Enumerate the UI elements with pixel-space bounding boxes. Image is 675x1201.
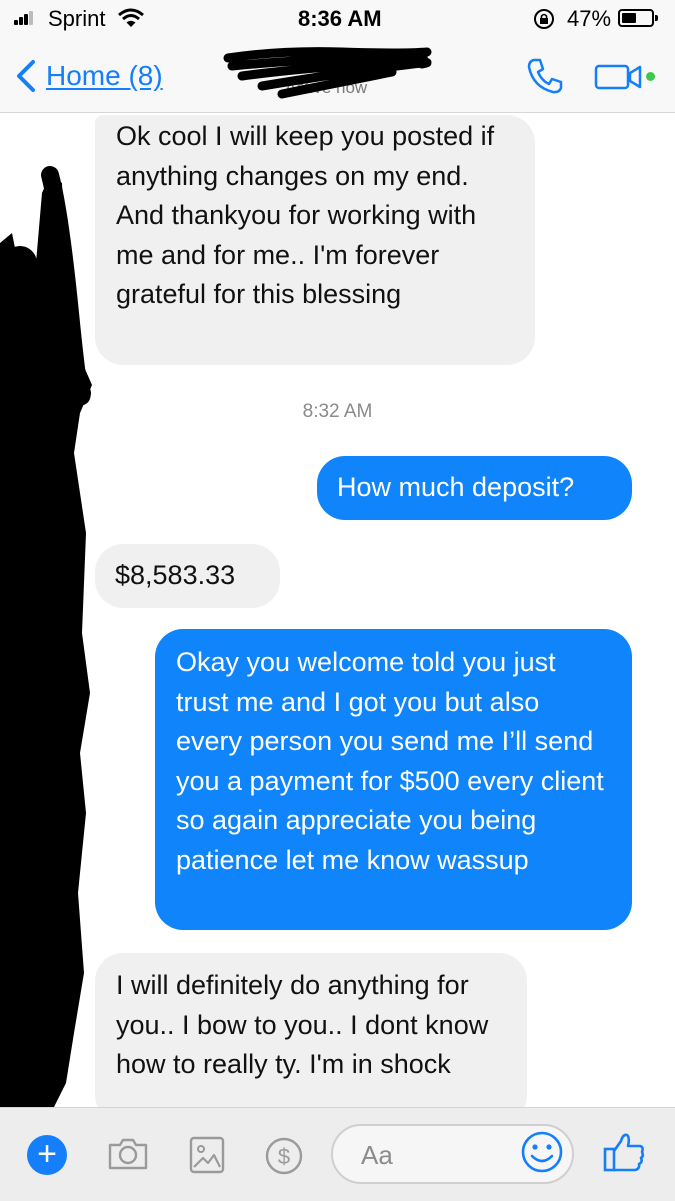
incoming-message: Ok cool I will keep you posted if anythi…: [95, 115, 535, 365]
message-thread[interactable]: Ok cool I will keep you posted if anythi…: [0, 113, 675, 1107]
composer-bar: + $: [0, 1107, 675, 1201]
phone-icon[interactable]: [525, 56, 565, 96]
outgoing-message: How much deposit?: [317, 456, 632, 520]
battery-percentage: 47%: [567, 6, 612, 31]
back-label: Home (8): [46, 60, 163, 91]
smiley-icon[interactable]: [520, 1130, 564, 1174]
camera-icon[interactable]: [106, 1136, 150, 1172]
contact-status: Active now: [285, 78, 368, 97]
dollar-icon[interactable]: $: [264, 1136, 304, 1176]
conversation-header: Home (8) Active now: [0, 38, 675, 113]
signal-icon: [14, 11, 38, 25]
svg-text:$: $: [278, 1144, 290, 1169]
battery-fill: [622, 13, 636, 23]
chevron-left-icon: [17, 60, 35, 92]
orientation-lock-icon: [534, 9, 554, 29]
status-bar: Sprint 8:36 AM 47%: [0, 0, 675, 38]
carrier-name: Sprint: [48, 6, 106, 31]
image-icon[interactable]: [189, 1136, 225, 1174]
incoming-message: $8,583.33: [95, 544, 280, 608]
plus-icon[interactable]: +: [27, 1135, 67, 1175]
message-timestamp: 8:32 AM: [302, 401, 373, 422]
active-status-dot: [646, 72, 655, 81]
back-button[interactable]: Home (8): [12, 56, 163, 96]
incoming-message: I will definitely do anything for you.. …: [95, 953, 527, 1107]
battery-icon: [618, 9, 658, 27]
thumbs-up-icon[interactable]: [602, 1130, 646, 1174]
outgoing-message: Okay you welcome told you just trust me …: [155, 629, 632, 930]
video-camera-icon[interactable]: [594, 64, 646, 90]
wifi-icon: [118, 8, 144, 27]
status-time: 8:36 AM: [298, 6, 382, 31]
message-input[interactable]: [359, 1139, 513, 1172]
